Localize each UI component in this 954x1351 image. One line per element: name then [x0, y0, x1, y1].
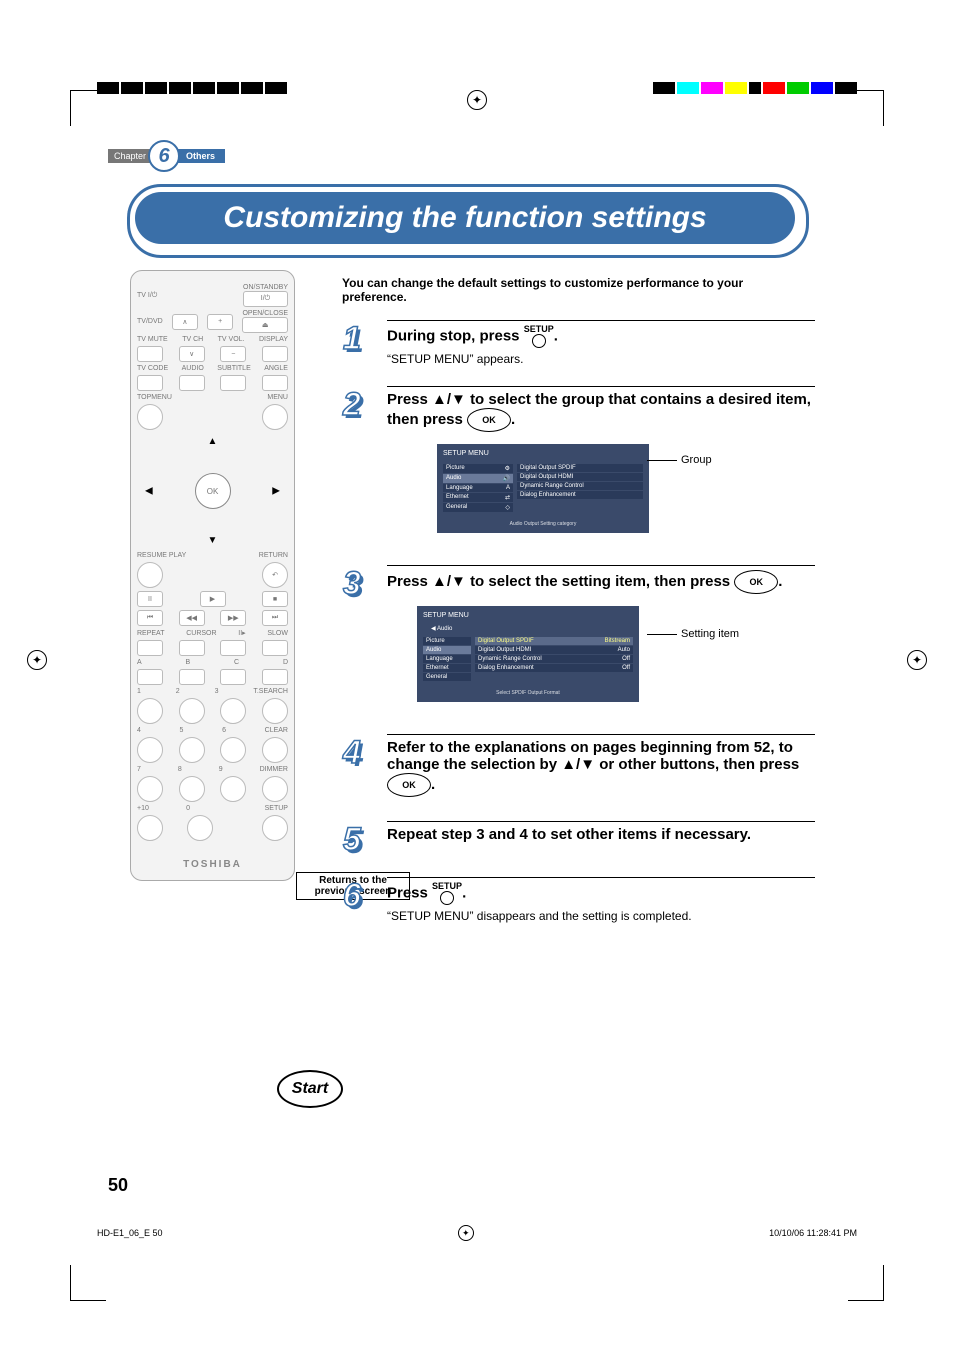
- footer-left: HD-E1_06_E 50: [97, 1228, 163, 1238]
- brand-logo: TOSHIBA: [137, 859, 288, 870]
- setup-icon: SETUP: [432, 882, 462, 905]
- ok-icon: OK: [387, 773, 431, 797]
- registration-mark-icon: [467, 90, 487, 110]
- step-1: 11 During stop, press SETUP. “SETUP MENU…: [345, 320, 815, 366]
- step-5: 55 Repeat step 3 and 4 to set other item…: [345, 821, 815, 857]
- ok-icon: OK: [734, 570, 778, 594]
- footer-right: 10/10/06 11:28:41 PM: [769, 1228, 857, 1238]
- registration-mark-icon: ✦: [458, 1225, 474, 1241]
- remote-illustration: TV I/⏻ON/STANDBYI/⏻ TV/DVD∧+OPEN/CLOSE⏏ …: [130, 270, 295, 881]
- setup-button-icon: [262, 815, 288, 841]
- chapter-tag: Chapter 6 Others: [108, 140, 225, 172]
- page-title: Customizing the function settings: [135, 192, 795, 244]
- color-strip-left: [97, 82, 289, 94]
- step-6: 66 Press SETUP. “SETUP MENU” disappears …: [345, 877, 815, 923]
- chapter-number: 6: [148, 140, 180, 172]
- intro-text: You can change the default settings to c…: [342, 276, 792, 304]
- page-number: 50: [108, 1175, 128, 1196]
- steps-list: 11 During stop, press SETUP. “SETUP MENU…: [345, 320, 815, 943]
- return-icon: ↶: [262, 562, 288, 588]
- ok-button: OK: [195, 473, 231, 509]
- step-3: 33 Press ▲/▼ to select the setting item,…: [345, 565, 815, 714]
- label-group: Group: [647, 454, 712, 466]
- registration-mark-icon: [27, 650, 47, 670]
- registration-mark-icon: [907, 650, 927, 670]
- label-setting-item: Setting item: [647, 628, 739, 640]
- setup-menu-screenshot: SETUP MENU ◀ Audio Picture Audio Languag…: [417, 606, 639, 702]
- chapter-label: Chapter: [108, 149, 152, 163]
- print-footer: HD-E1_06_E 50 ✦ 10/10/06 11:28:41 PM: [0, 1225, 954, 1226]
- chapter-section: Others: [176, 149, 225, 163]
- setup-menu-screenshot: SETUP MENU Picture⚙ Audio🔊 LanguageA Eth…: [437, 444, 649, 533]
- step-2: 22 Press ▲/▼ to select the group that co…: [345, 386, 815, 545]
- color-strip-right: [653, 82, 857, 94]
- crop-marks-top: [0, 50, 954, 110]
- down-icon: ∨: [179, 346, 205, 362]
- ok-icon: OK: [467, 408, 511, 432]
- callout-start: Start: [277, 1070, 343, 1108]
- setup-icon: SETUP: [524, 325, 554, 348]
- up-icon: ∧: [172, 314, 198, 330]
- step-4: 44 Refer to the explanations on pages be…: [345, 734, 815, 801]
